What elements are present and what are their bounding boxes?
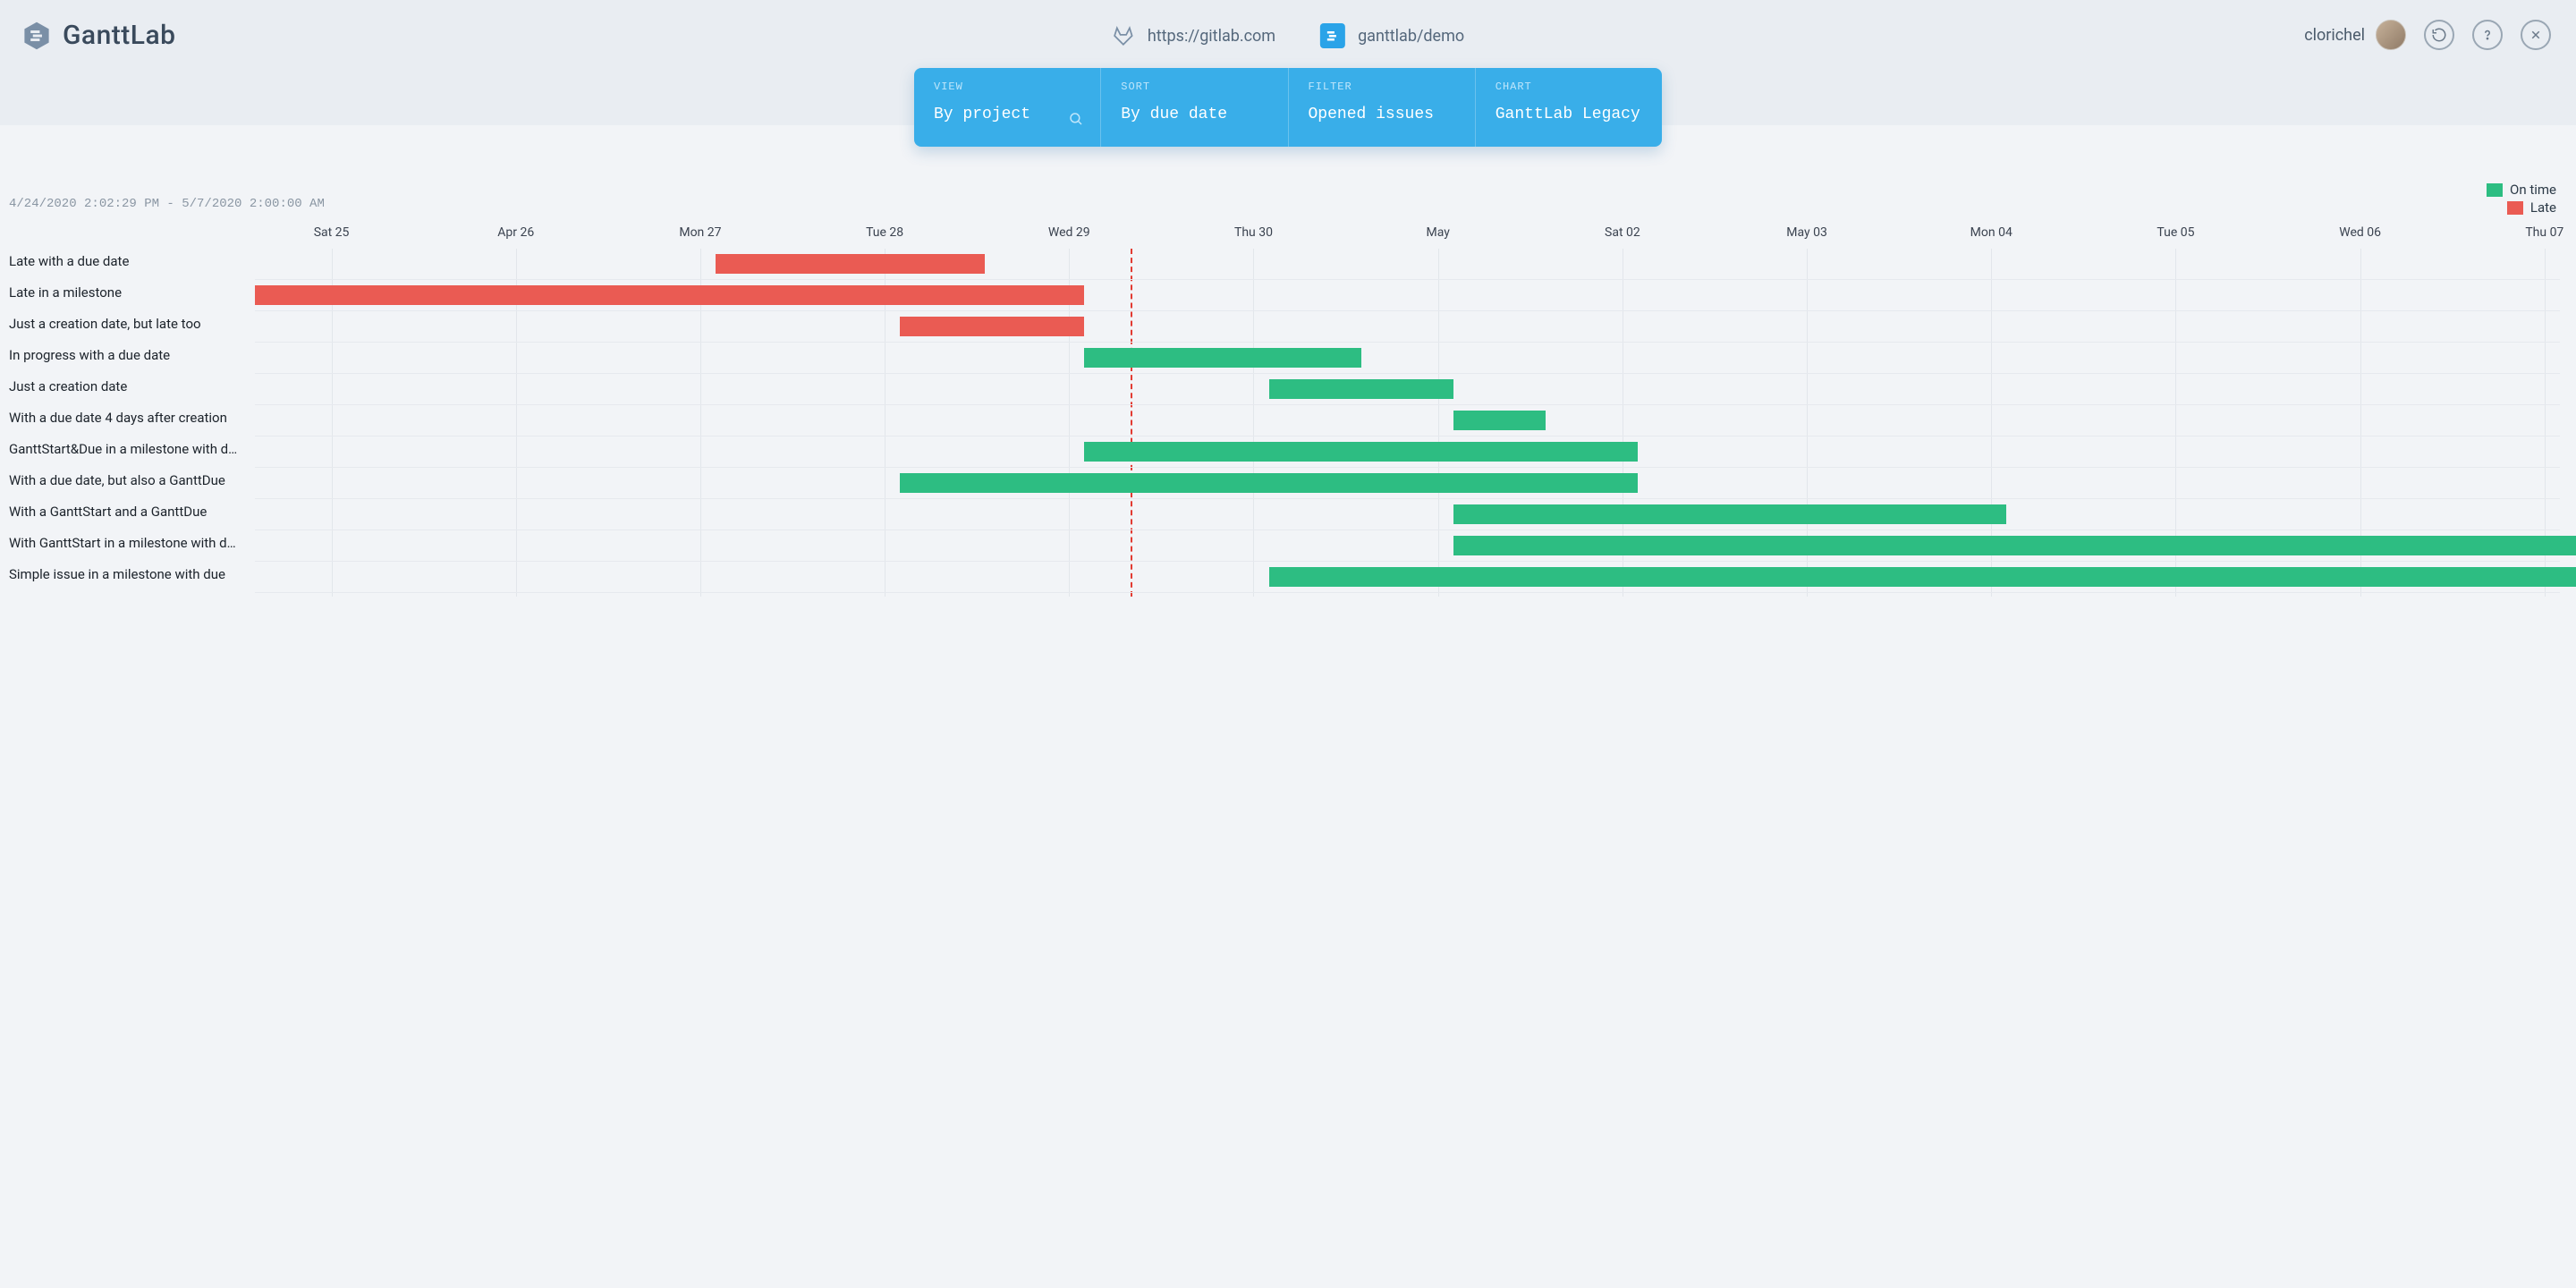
task-label: With a due date 4 days after creation	[9, 410, 227, 426]
task-row[interactable]: Simple issue in a milestone with due	[9, 562, 2560, 593]
help-icon	[2479, 27, 2496, 43]
control-sort[interactable]: SORT By due date	[1101, 68, 1288, 147]
axis-tick-label: Wed 29	[1048, 225, 1090, 240]
gantt-chart[interactable]: Sat 25 Apr 26 Mon 27 Tue 28 Wed 29 Thu 30 May S…	[255, 225, 2560, 597]
gantt-rows: Late with a due date Late in a milestone J…	[9, 249, 2560, 593]
task-row[interactable]: With a GanttStart and a GanttDue	[9, 499, 2560, 530]
task-row[interactable]: With GanttStart in a milestone with due	[9, 530, 2560, 562]
control-chart-value: GanttLab Legacy	[1496, 106, 1642, 123]
task-label: With a due date, but also a GanttDue	[9, 472, 225, 488]
task-bar[interactable]	[1269, 567, 2576, 587]
task-label: Just a creation date, but late too	[9, 316, 201, 332]
control-view[interactable]: VIEW By project	[914, 68, 1101, 147]
search-icon[interactable]	[1068, 111, 1084, 127]
axis-tick-label: Tue 28	[866, 225, 903, 240]
chart-stage: 4/24/2020 2:02:29 PM - 5/7/2020 2:00:00 …	[0, 125, 2576, 597]
control-filter-label: FILTER	[1309, 80, 1455, 93]
task-bar[interactable]	[1269, 379, 1453, 399]
task-row[interactable]: In progress with a due date	[9, 343, 2560, 374]
legend: On time Late	[2487, 181, 2556, 216]
username: clorichel	[2304, 26, 2365, 45]
control-chart-label: CHART	[1496, 80, 1642, 93]
control-sort-value: By due date	[1121, 106, 1267, 123]
axis-tick-label: Tue 05	[2157, 225, 2194, 240]
axis-tick-label: Mon 27	[679, 225, 721, 240]
row-line	[255, 592, 2560, 593]
task-label: Late in a milestone	[9, 284, 122, 301]
task-row[interactable]: Just a creation date	[9, 374, 2560, 405]
axis-tick-label: Apr 26	[497, 225, 534, 240]
legend-late: Late	[2487, 199, 2556, 216]
task-bar[interactable]	[1084, 348, 1360, 368]
chart-wrap: Sat 25 Apr 26 Mon 27 Tue 28 Wed 29 Thu 30 May S…	[9, 225, 2560, 597]
task-label: With GanttStart in a milestone with due	[9, 535, 238, 551]
header-right: clorichel	[2304, 20, 2551, 50]
task-row[interactable]: Late with a due date	[9, 249, 2560, 280]
task-label: In progress with a due date	[9, 347, 170, 363]
axis-tick-label: May 03	[1786, 225, 1827, 240]
task-row[interactable]: With a due date, but also a GanttDue	[9, 468, 2560, 499]
control-filter-value: Opened issues	[1309, 106, 1455, 123]
task-row[interactable]: Just a creation date, but late too	[9, 311, 2560, 343]
header-center: https://gitlab.com ganttlab/demo	[1112, 23, 1464, 48]
legend-on-time-label: On time	[2510, 182, 2556, 198]
control-sort-label: SORT	[1121, 80, 1267, 93]
task-bar[interactable]	[1453, 411, 1546, 430]
task-bar[interactable]	[1453, 536, 2576, 555]
project-path[interactable]: ganttlab/demo	[1320, 23, 1464, 48]
project-path-text: ganttlab/demo	[1358, 27, 1464, 46]
help-button[interactable]	[2472, 20, 2503, 50]
task-label: Simple issue in a milestone with due	[9, 566, 225, 582]
legend-swatch-red	[2507, 201, 2523, 215]
task-row[interactable]: With a due date 4 days after creation	[9, 405, 2560, 436]
axis-tick-label: Sat 02	[1605, 225, 1640, 240]
task-label: GanttStart&Due in a milestone with due	[9, 441, 238, 457]
legend-on-time: On time	[2487, 181, 2556, 199]
ganttlab-logo-icon	[21, 21, 52, 51]
axis-tick-label: Thu 30	[1234, 225, 1273, 240]
control-chart[interactable]: CHART GanttLab Legacy	[1476, 68, 1662, 147]
refresh-icon	[2431, 27, 2447, 43]
legend-late-label: Late	[2530, 199, 2556, 216]
close-icon	[2528, 27, 2544, 43]
control-view-label: VIEW	[934, 80, 1080, 93]
refresh-button[interactable]	[2424, 20, 2454, 50]
axis-tick-label: Sat 25	[314, 225, 350, 240]
task-bar[interactable]	[716, 254, 985, 274]
task-row[interactable]: GanttStart&Due in a milestone with due	[9, 436, 2560, 468]
task-bar[interactable]	[255, 285, 1085, 305]
axis-tick-label: Mon 04	[1970, 225, 2012, 240]
user-block[interactable]: clorichel	[2304, 20, 2406, 50]
task-bar[interactable]	[900, 473, 1638, 493]
control-filter[interactable]: FILTER Opened issues	[1289, 68, 1476, 147]
task-label: With a GanttStart and a GanttDue	[9, 504, 207, 520]
axis-tick-label: Thu 07	[2525, 225, 2563, 240]
task-bar[interactable]	[1453, 504, 2007, 524]
task-bar[interactable]	[900, 317, 1084, 336]
control-view-value: By project	[934, 106, 1080, 123]
legend-swatch-green	[2487, 183, 2503, 197]
task-label: Late with a due date	[9, 253, 129, 269]
gitlab-link[interactable]: https://gitlab.com	[1112, 24, 1275, 47]
task-row[interactable]: Late in a milestone	[9, 280, 2560, 311]
task-label: Just a creation date	[9, 378, 127, 394]
axis-labels: Sat 25 Apr 26 Mon 27 Tue 28 Wed 29 Thu 30 May S…	[255, 225, 2560, 247]
app-header: GanttLab https://gitlab.com ganttlab/dem…	[0, 0, 2576, 125]
axis-tick-label: Wed 06	[2339, 225, 2381, 240]
date-range: 4/24/2020 2:02:29 PM - 5/7/2020 2:00:00 …	[9, 197, 2560, 211]
control-bar: VIEW By project SORT By due date FILTER …	[914, 68, 1662, 147]
avatar	[2376, 20, 2406, 50]
gitlab-icon	[1112, 24, 1135, 47]
close-button[interactable]	[2521, 20, 2551, 50]
task-bar[interactable]	[1084, 442, 1638, 462]
gitlab-url-text: https://gitlab.com	[1148, 27, 1275, 46]
brand: GanttLab	[21, 20, 176, 51]
axis-tick-label: May	[1426, 225, 1449, 240]
ganttlab-small-icon	[1320, 23, 1345, 48]
brand-title: GanttLab	[63, 20, 176, 51]
